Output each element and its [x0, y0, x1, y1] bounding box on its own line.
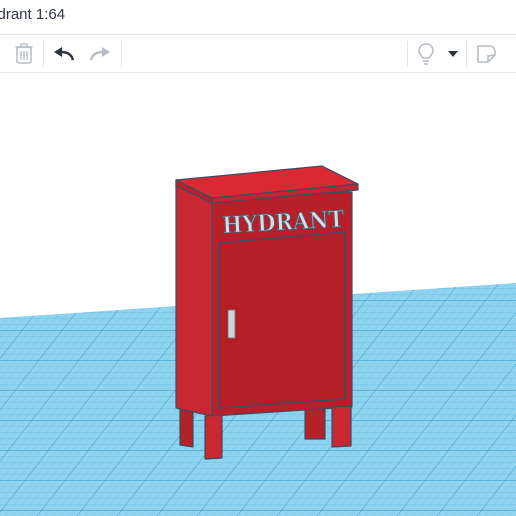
redo-arrow-icon: [89, 46, 110, 60]
3d-viewport[interactable]: HYDRANT: [0, 73, 516, 516]
undo-button[interactable]: [48, 35, 80, 72]
caret-down-icon: [448, 50, 458, 57]
toolbar: [0, 35, 516, 73]
light-dropdown-button[interactable]: [443, 35, 463, 72]
delete-button[interactable]: [8, 35, 40, 72]
cabinet-side-panel: [175, 179, 213, 417]
door-handle[interactable]: [227, 309, 236, 339]
workplane-scene: HYDRANT: [0, 165, 516, 516]
cabinet-door[interactable]: [218, 231, 346, 409]
design-title[interactable]: ydrant 1:64: [0, 6, 65, 23]
trash-icon: [15, 42, 33, 64]
light-button[interactable]: [411, 35, 441, 72]
toolbar-divider: [121, 41, 122, 67]
lightbulb-icon: [418, 42, 434, 65]
toolbar-divider: [466, 41, 467, 67]
title-bar: ydrant 1:64: [0, 0, 516, 35]
toolbar-divider: [43, 41, 44, 67]
toolbar-divider: [407, 41, 408, 67]
redo-button[interactable]: [84, 35, 116, 72]
notes-button[interactable]: [472, 35, 500, 72]
cabinet-leg: [204, 414, 223, 460]
cabinet-leg: [179, 407, 194, 448]
cabinet-leg: [331, 405, 352, 448]
note-shape-icon: [477, 44, 496, 63]
undo-arrow-icon: [54, 46, 75, 60]
